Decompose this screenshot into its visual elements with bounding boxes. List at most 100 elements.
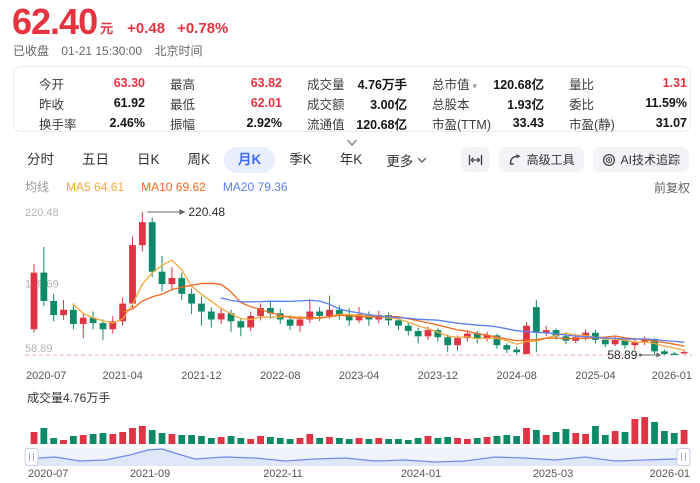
stat-value: 1.93亿 [507,94,544,113]
volume-bar [651,422,658,444]
candle [533,307,540,333]
volume-bar [444,437,451,444]
volume-bar [80,435,87,444]
tab-分时[interactable]: 分时 [13,147,68,173]
stats-panel: 今开63.30最高63.82成交量4.76万手总市值▾120.68亿量比1.31… [13,66,691,132]
navigator-handle-right[interactable] [677,449,690,466]
volume-bar [425,436,432,444]
stat-cell: 昨收61.92 [39,94,145,113]
volume-bar [671,433,678,444]
ai-target-icon [602,153,616,167]
navigator-handle-left[interactable] [25,449,38,466]
volume-bar [553,432,560,444]
candle [326,310,333,316]
volume-bar [316,438,323,444]
stat-value: 62.01 [251,96,282,110]
stat-label: 最高 [170,74,195,93]
market-status-row: 已收盘 01-21 15:30:00 北京时间 [13,42,211,59]
candle [316,312,323,316]
volume-bar [109,434,116,444]
advanced-tools-label: 高级工具 [527,151,575,168]
candle [671,354,678,356]
volume-bar [503,435,510,444]
price-change-percent: +0.78% [177,20,228,37]
volume-bar [287,439,294,444]
stat-value: 120.68亿 [356,114,407,133]
stat-label: 振幅 [170,114,195,133]
volume-bar [661,431,668,444]
volume-bar [267,437,274,444]
more-menu-button[interactable]: 更多 [386,150,427,170]
ma20-legend: MA20 79.36 [223,180,288,194]
volume-bar [622,432,629,444]
date-axis-label: 2020-07 [26,370,66,382]
stat-cell: 换手率2.46% [39,114,145,133]
stat-label: 总市值▾ [432,74,477,93]
ma10-legend: MA10 69.62 [141,180,206,194]
volume-bar [641,417,648,444]
price-header: 62.40 元 +0.48 +0.78% [12,4,228,40]
volume-bar [257,436,264,444]
volume-bar [533,430,540,444]
volume-bar [297,438,304,444]
volume-bar [563,429,570,444]
caret-down-icon[interactable]: ▾ [473,81,478,91]
low-annotation-label: 58.89 [607,348,637,362]
candle [31,273,38,330]
candle [612,340,619,344]
volume-bar [119,432,126,444]
quote-datetime: 01-21 15:30:00 [61,44,142,58]
volume-bar [40,428,47,444]
volume-bar [375,438,382,444]
stat-label: 量比 [569,74,594,93]
candle [503,345,510,349]
stat-label: 成交量 [307,74,345,93]
stat-value: 4.76万手 [358,74,407,93]
date-axis-label: 2026-01 [652,370,692,382]
volume-bar [346,439,353,444]
volume-bar [326,437,333,444]
navigator-date-label: 2022-11 [263,468,303,480]
volume-bar [494,436,501,444]
ai-tracking-label: AI技术追踪 [621,151,680,168]
candle [415,331,422,336]
volume-bar [631,419,638,444]
volume-bar [70,436,77,444]
ai-tracking-button[interactable]: AI技术追踪 [593,147,689,172]
candle [395,320,402,325]
volume-bar [582,434,589,444]
candle [80,318,87,324]
tab-周K[interactable]: 周K [174,147,225,173]
candle [169,278,176,284]
candle [287,320,294,326]
collapse-stats-button[interactable] [344,135,360,145]
tab-五日[interactable]: 五日 [68,147,123,173]
volume-bar [169,434,176,444]
volume-bar [90,434,97,444]
price-change: +0.48 [127,20,165,37]
candle [661,351,668,354]
volume-bar [139,426,146,444]
stat-label: 换手率 [39,114,77,133]
volume-bar [336,438,343,444]
stat-value: 31.07 [656,116,687,130]
volume-bar [277,438,284,444]
tab-季K[interactable]: 季K [275,147,326,173]
volume-bar [474,438,481,444]
volume-bar [129,428,136,444]
tab-日K[interactable]: 日K [123,147,174,173]
current-price: 62.40 [12,4,97,40]
volume-bar [149,430,156,444]
range-select-button[interactable] [461,147,490,172]
candle [198,304,205,312]
tab-年K[interactable]: 年K [326,147,377,173]
volume-bar [366,439,373,444]
stat-cell: 成交额3.00亿 [307,94,407,113]
volume-bar [513,436,520,444]
stat-label: 市盈(TTM) [432,114,491,133]
tab-月K[interactable]: 月K [224,147,275,173]
advanced-tools-button[interactable]: 高级工具 [499,147,584,172]
volume-bar [395,439,402,444]
candle [70,310,77,324]
stock-detail-page: { "header": { "price": "62.40", "currenc… [0,0,700,483]
